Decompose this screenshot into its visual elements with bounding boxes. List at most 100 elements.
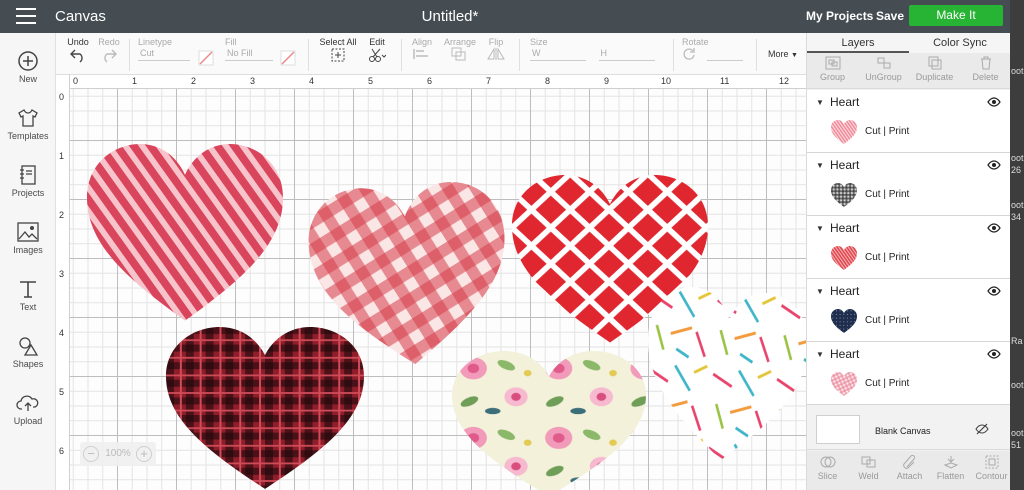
blank-canvas-swatch[interactable] <box>816 415 860 444</box>
edge-text: oot <box>1011 380 1024 390</box>
color-swatch-icon <box>280 50 296 66</box>
size-height-input[interactable]: H <box>598 47 655 61</box>
redo-button[interactable]: Redo <box>97 37 121 65</box>
toolbar-divider <box>673 39 674 71</box>
contour-button[interactable]: Contour <box>971 455 1012 481</box>
layer-actions: Group UnGroup Duplicate Delete <box>807 53 1011 89</box>
delete-button[interactable]: Delete <box>960 56 1011 82</box>
save-button[interactable]: Save <box>876 9 904 23</box>
caret-down-icon[interactable]: ▼ <box>816 350 824 359</box>
duplicate-icon <box>928 56 941 70</box>
layer-name: Heart <box>830 95 860 109</box>
sidebar-item-text[interactable]: Text <box>0 278 56 312</box>
edge-text: 51 <box>1011 440 1022 450</box>
zoom-out-button[interactable]: − <box>83 446 99 462</box>
rotate-input[interactable] <box>706 47 743 61</box>
caret-down-icon[interactable]: ▼ <box>816 98 824 107</box>
my-projects-link[interactable]: My Projects <box>806 9 873 23</box>
heart-maroon-plaid[interactable] <box>166 327 364 489</box>
layer-row[interactable]: ▼ Heart Cut | Print <box>807 216 1011 279</box>
ruler-left-label: 3 <box>59 269 65 279</box>
more-menu-button[interactable]: More ▼ <box>763 49 803 59</box>
caret-down-icon[interactable]: ▼ <box>816 161 824 170</box>
eye-icon[interactable] <box>987 349 1001 359</box>
sidebar-item-label: New <box>18 74 37 84</box>
caret-down-icon[interactable]: ▼ <box>816 224 824 233</box>
panel-tabs: Layers Color Sync <box>807 33 1011 53</box>
left-sidebar: New Templates Projects Images Text Shape… <box>0 33 56 490</box>
ruler-top-label: 9 <box>604 76 610 86</box>
zoom-control: − 100% + <box>80 442 156 466</box>
blank-canvas-row[interactable]: Blank Canvas <box>807 408 1011 450</box>
layer-row[interactable]: ▼ Heart Cut | Print <box>807 342 1011 405</box>
select-all-button[interactable]: Select All <box>318 37 358 65</box>
group-button[interactable]: Group <box>807 56 858 82</box>
weld-button[interactable]: Weld <box>848 455 889 481</box>
fill-label: Fill <box>225 37 237 47</box>
sidebar-item-templates[interactable]: Templates <box>0 107 56 141</box>
eye-icon[interactable] <box>987 97 1001 107</box>
layer-row[interactable]: ▼ Heart Cut | Print <box>807 90 1011 153</box>
linetype-select[interactable]: Linetype Cut <box>138 37 192 61</box>
ungroup-button[interactable]: UnGroup <box>858 56 909 82</box>
sidebar-item-new[interactable]: New <box>0 50 56 84</box>
duplicate-button[interactable]: Duplicate <box>909 56 960 82</box>
eye-icon[interactable] <box>987 286 1001 296</box>
fill-color-swatch[interactable] <box>280 50 296 68</box>
flip-menu[interactable]: Flip <box>483 37 509 63</box>
size-controls: Size W H <box>530 37 660 61</box>
sidebar-item-projects[interactable]: Projects <box>0 164 56 198</box>
heart-pink-stripes[interactable] <box>87 144 283 321</box>
edge-text: 26 <box>1011 165 1022 175</box>
design-canvas[interactable]: 0 1 2 3 4 5 6 7 8 9 10 11 12 0 1 2 3 4 5… <box>56 75 806 490</box>
flip-label: Flip <box>488 37 504 47</box>
tab-layers[interactable]: Layers <box>807 37 909 53</box>
top-bar: Canvas Untitled* My Projects Save Make I… <box>0 0 1010 33</box>
sidebar-item-images[interactable]: Images <box>0 221 56 255</box>
layer-row[interactable]: ▼ Heart Cut | Print <box>807 279 1011 342</box>
edge-text: oot <box>1011 153 1024 163</box>
flatten-label: Flatten <box>936 471 965 481</box>
align-menu[interactable]: Align <box>408 37 436 63</box>
eye-off-icon[interactable] <box>975 423 989 435</box>
eye-icon[interactable] <box>987 160 1001 170</box>
slice-button[interactable]: Slice <box>807 455 848 481</box>
layer-operations: Cut | Print <box>865 252 910 263</box>
sidebar-item-label: Shapes <box>12 359 44 369</box>
flatten-button[interactable]: Flatten <box>930 455 971 481</box>
sidebar-item-label: Projects <box>11 188 45 198</box>
make-it-button[interactable]: Make It <box>909 5 1003 26</box>
path-actions: Slice Weld Attach Flatten Contour <box>807 451 1011 490</box>
attach-button[interactable]: Attach <box>889 455 930 481</box>
document-title[interactable]: Untitled* <box>0 8 900 25</box>
arrange-menu[interactable]: Arrange <box>443 37 477 63</box>
ruler-top-label: 8 <box>545 76 551 86</box>
eye-icon[interactable] <box>987 223 1001 233</box>
zoom-level: 100% <box>105 448 131 459</box>
size-label: Size <box>530 37 548 47</box>
sidebar-item-shapes[interactable]: Shapes <box>0 335 56 369</box>
linetype-color-swatch[interactable] <box>198 50 214 68</box>
layer-thumbnail <box>831 120 857 144</box>
linetype-value: Cut <box>138 47 190 61</box>
undo-button[interactable]: Undo <box>66 37 90 65</box>
image-icon <box>17 222 39 242</box>
caret-down-icon[interactable]: ▼ <box>816 287 824 296</box>
edit-menu-button[interactable]: Edit <box>364 37 390 65</box>
ungroup-icon <box>877 57 890 69</box>
zoom-in-button[interactable]: + <box>136 446 152 462</box>
heart-floral[interactable] <box>452 351 646 490</box>
linetype-label: Linetype <box>138 37 173 47</box>
sidebar-item-upload[interactable]: Upload <box>0 392 56 426</box>
more-label: More <box>768 49 789 59</box>
slice-label: Slice <box>817 471 838 481</box>
tab-color-sync[interactable]: Color Sync <box>909 37 1011 49</box>
duplicate-label: Duplicate <box>915 72 954 82</box>
group-icon <box>825 56 840 70</box>
toolbar-divider <box>129 39 130 71</box>
size-width-input[interactable]: W <box>530 47 586 61</box>
ruler-left-label: 4 <box>59 328 65 338</box>
fill-select[interactable]: Fill No Fill <box>225 37 277 61</box>
heart-confetti[interactable] <box>641 283 806 467</box>
layer-row[interactable]: ▼ Heart Cut | Print <box>807 153 1011 216</box>
